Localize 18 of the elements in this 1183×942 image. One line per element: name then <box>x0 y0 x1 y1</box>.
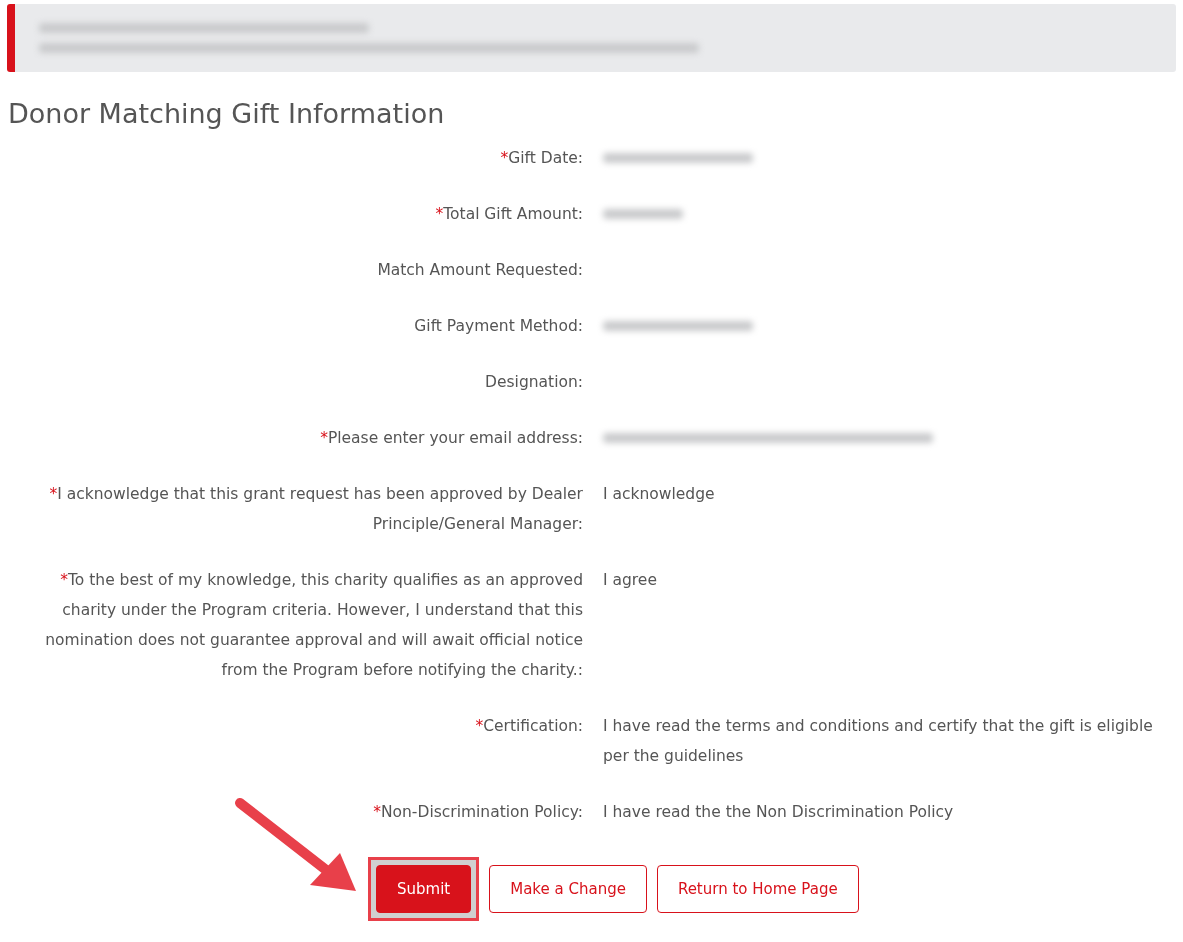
field-label: *I acknowledge that this grant request has been approved by Dealer Principle/General Manager: <box>48 484 583 535</box>
field-label: *To the best of my knowledge, this charity qualifies as an approved charity under the Program criteria. However, I understand that this nomination does not guarantee approval and will await official notice from the Program before notifying the charity.: <box>44 570 583 681</box>
field-label: *Please enter your email address: <box>319 428 583 449</box>
action-button[interactable]: Make a Change <box>489 865 647 913</box>
submit-button[interactable]: Submit <box>376 865 472 913</box>
field-value: I have read the the Non Discrimination Policy <box>603 802 955 823</box>
section-title: Donor Matching Gift Information <box>8 98 446 129</box>
field-label: *Non-Discrimination Policy: <box>372 802 583 823</box>
field-label: Gift Payment Method: <box>413 316 583 337</box>
field-value: I acknowledge <box>603 484 716 505</box>
field-label: Designation: <box>484 372 583 393</box>
field-label: *Certification: <box>474 716 583 737</box>
field-label: Match Amount Requested: <box>376 260 583 281</box>
field-value: I agree <box>603 570 658 591</box>
field-value: I have read the terms and conditions and certify that the gift is eligible per the guidelines <box>603 716 1154 767</box>
field-label: *Total Gift Amount: <box>434 204 583 225</box>
action-button[interactable]: Return to Home Page <box>656 865 859 913</box>
field-label: *Gift Date: <box>499 148 583 169</box>
